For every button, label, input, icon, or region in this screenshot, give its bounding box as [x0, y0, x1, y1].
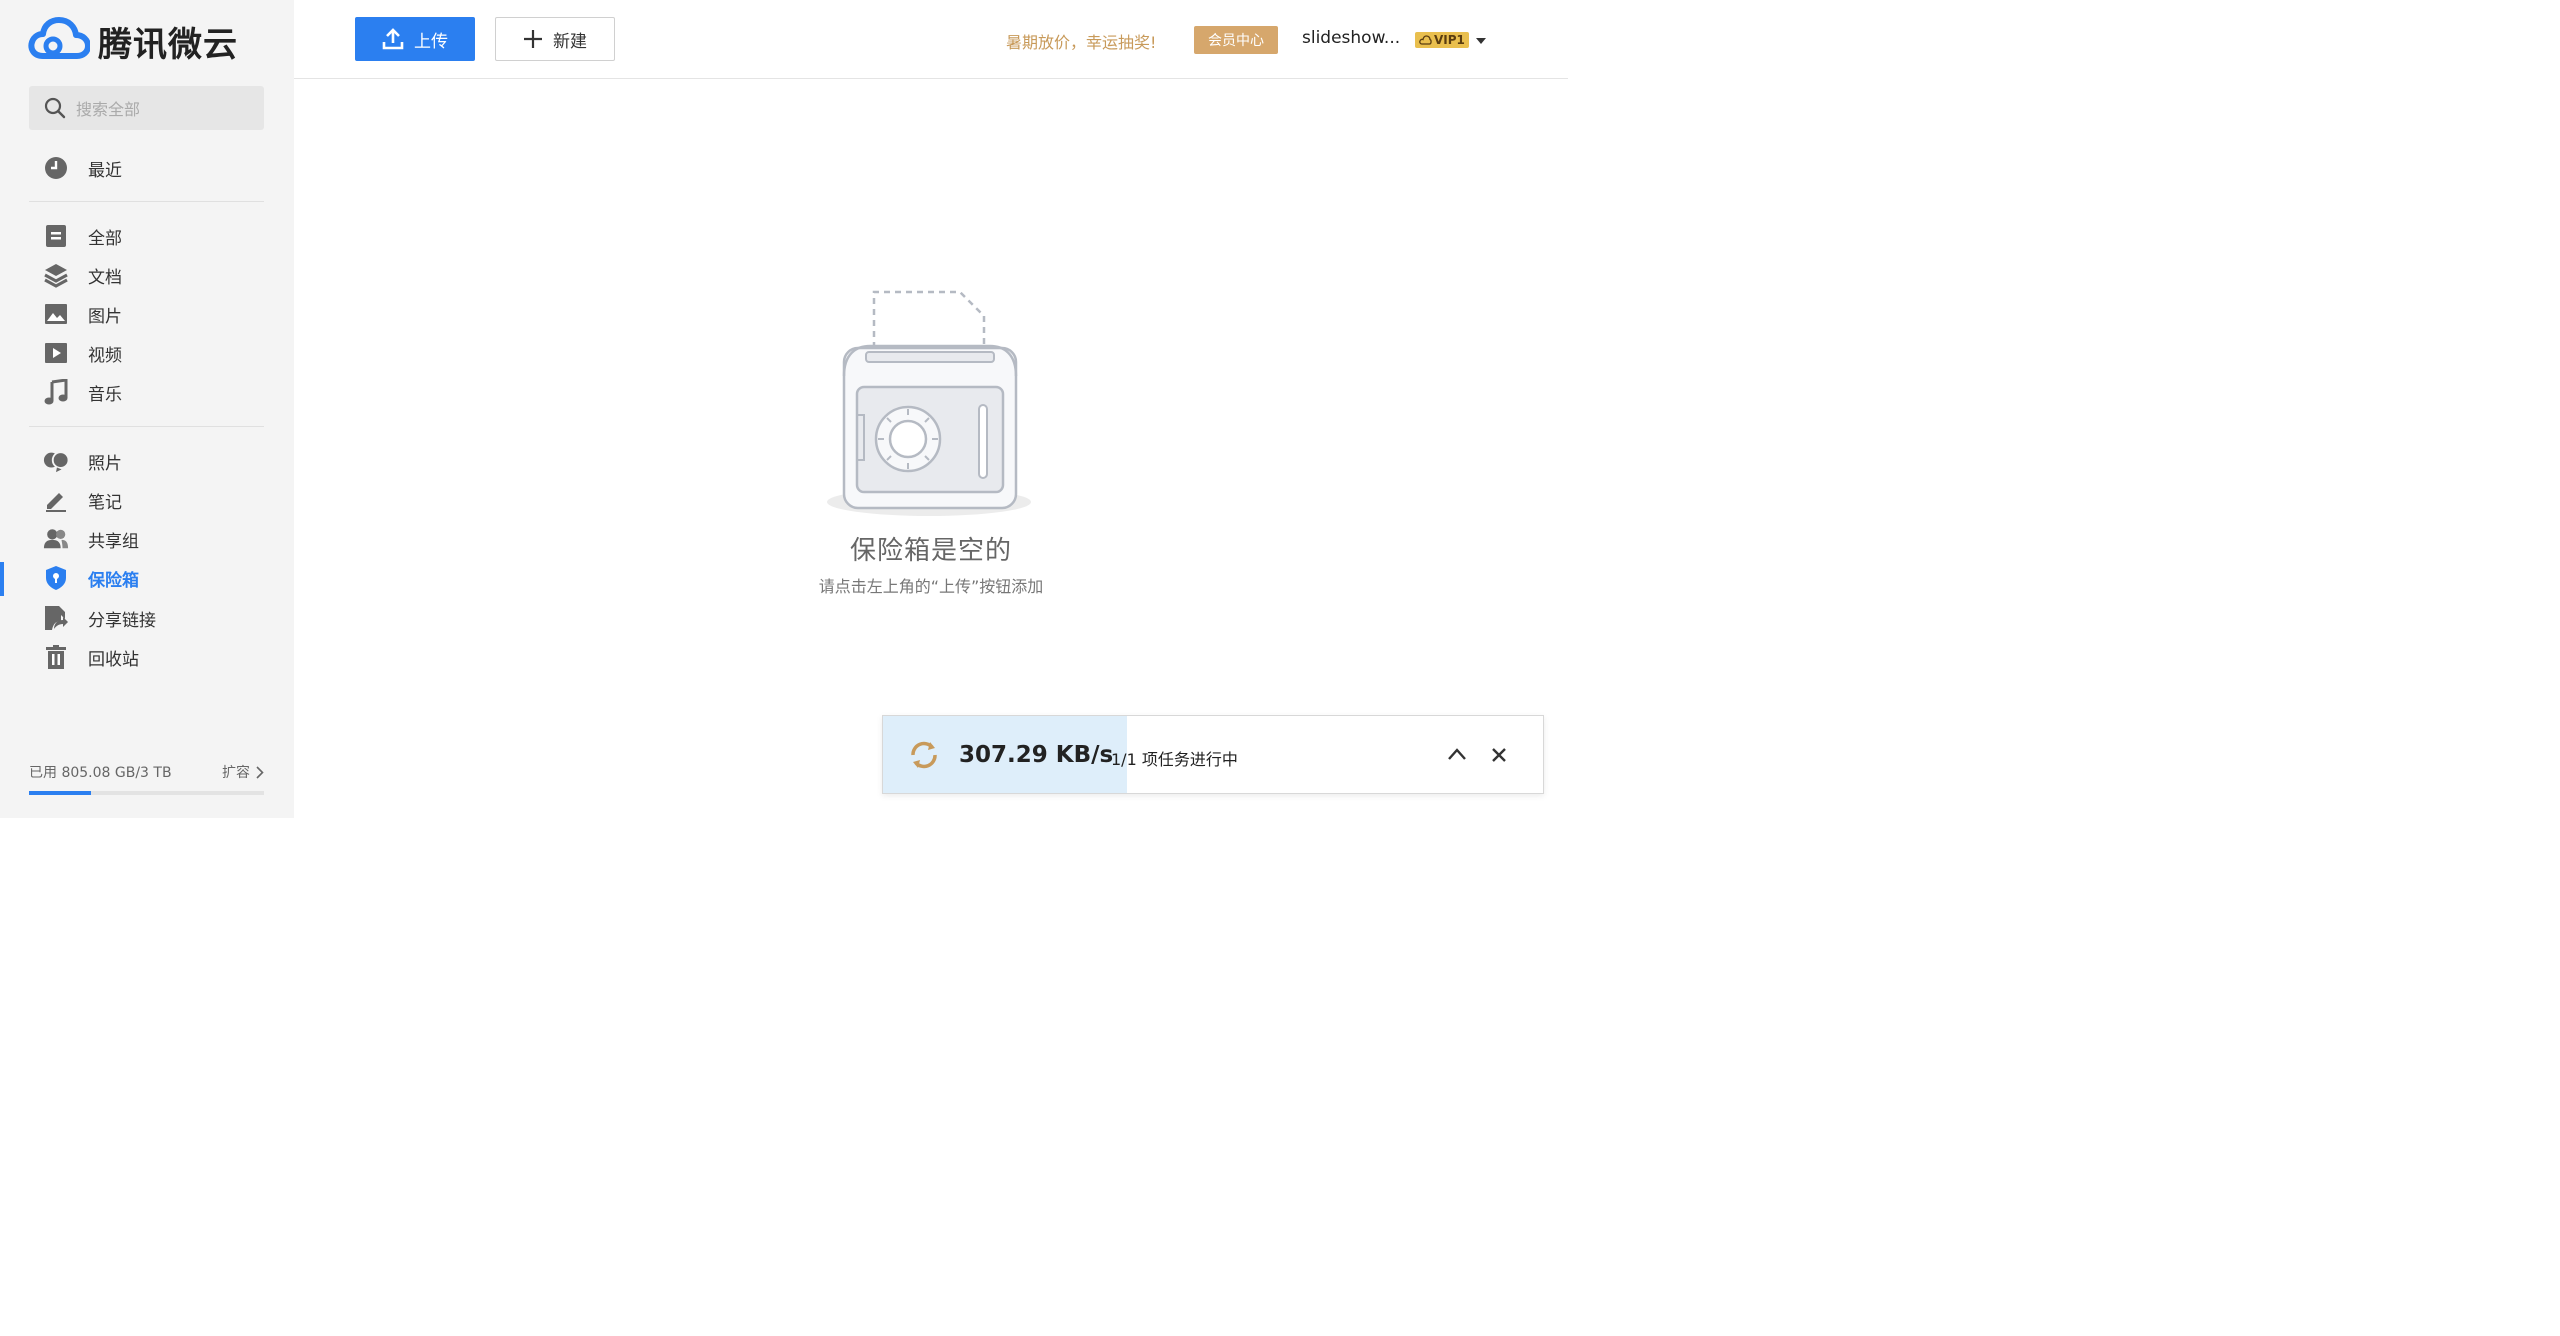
sidebar-item-images[interactable]: 图片 — [0, 296, 294, 332]
all-files-icon — [43, 223, 69, 249]
vip-center-button[interactable]: 会员中心 — [1194, 26, 1278, 54]
sidebar-item-documents[interactable]: 文档 — [0, 257, 294, 293]
divider — [29, 201, 264, 202]
transfer-panel: 307.29 KB/s 1/1 项任务进行中 — [882, 715, 1544, 794]
new-button[interactable]: 新建 — [495, 17, 615, 61]
sidebar-item-safe-box[interactable]: 保险箱 — [0, 560, 294, 596]
sidebar: 腾讯微云 搜索全部 最近 全部 文档 图片 视频 音乐 照片 笔记 共享组 保险… — [0, 0, 294, 818]
sidebar-item-all[interactable]: 全部 — [0, 218, 294, 254]
sidebar-item-recent[interactable]: 最近 — [0, 150, 294, 186]
sidebar-item-label: 全部 — [88, 228, 122, 249]
sidebar-item-recycle-bin[interactable]: 回收站 — [0, 639, 294, 675]
plus-icon — [523, 29, 543, 49]
chevron-up-icon[interactable] — [1447, 746, 1467, 765]
sidebar-item-label: 图片 — [88, 306, 122, 327]
logo-text: 腾讯微云 — [98, 24, 238, 65]
storage-usage-fill — [29, 791, 91, 795]
divider — [29, 426, 264, 427]
top-bar: 上传 新建 暑期放价，幸运抽奖! 会员中心 slideshow... VIP1 — [294, 0, 1568, 79]
sidebar-item-label: 笔记 — [88, 492, 122, 513]
upload-label: 上传 — [414, 31, 448, 52]
people-icon — [43, 526, 69, 552]
music-icon — [43, 379, 69, 405]
pencil-icon — [43, 487, 69, 513]
sidebar-item-label: 共享组 — [88, 531, 139, 552]
upload-icon — [382, 28, 404, 50]
sync-icon — [907, 738, 941, 776]
expand-storage-label: 扩容 — [222, 765, 250, 781]
chevron-right-icon — [256, 765, 264, 779]
caret-down-icon[interactable] — [1476, 38, 1486, 44]
empty-state: 保险箱是空的 请点击左上角的“上传”按钮添加 — [294, 280, 1568, 597]
sidebar-item-videos[interactable]: 视频 — [0, 335, 294, 371]
username[interactable]: slideshow... — [1302, 28, 1400, 48]
expand-storage-link[interactable]: 扩容 — [222, 762, 264, 782]
sidebar-item-label: 音乐 — [88, 384, 122, 405]
empty-state-subtitle: 请点击左上角的“上传”按钮添加 — [818, 577, 1044, 596]
transfer-speed: 307.29 KB/s — [959, 742, 1114, 768]
new-label: 新建 — [553, 31, 587, 52]
sidebar-item-shared-group[interactable]: 共享组 — [0, 521, 294, 557]
play-icon — [43, 340, 69, 366]
logo[interactable]: 腾讯微云 — [28, 16, 238, 66]
image-icon — [43, 301, 69, 327]
sidebar-item-label: 照片 — [88, 453, 122, 474]
vip-level: VIP1 — [1434, 33, 1465, 47]
sidebar-item-label: 分享链接 — [88, 610, 156, 631]
safe-box-illustration — [826, 280, 1036, 524]
storage-usage-bar — [29, 791, 264, 795]
search-icon — [44, 97, 66, 119]
sidebar-item-label: 回收站 — [88, 649, 139, 670]
search-placeholder: 搜索全部 — [76, 100, 141, 119]
transfer-status: 1/1 项任务进行中 — [1111, 750, 1238, 769]
vip-badge: VIP1 — [1415, 32, 1469, 48]
empty-state-title: 保险箱是空的 — [849, 536, 1012, 566]
sidebar-item-photos[interactable]: 照片 — [0, 443, 294, 479]
close-icon[interactable] — [1491, 747, 1507, 767]
search-input[interactable]: 搜索全部 — [29, 86, 264, 130]
cloud-logo-icon — [28, 16, 91, 66]
shield-icon — [43, 565, 69, 591]
clock-icon — [43, 155, 69, 181]
sidebar-item-notes[interactable]: 笔记 — [0, 482, 294, 518]
sidebar-item-label: 视频 — [88, 345, 122, 366]
share-icon — [43, 605, 69, 631]
storage-panel: 已用 805.08 GB/3 TB 扩容 — [29, 762, 264, 795]
upload-button[interactable]: 上传 — [355, 17, 475, 61]
sidebar-item-share-links[interactable]: 分享链接 — [0, 600, 294, 636]
storage-used-text: 已用 805.08 GB/3 TB — [29, 765, 172, 781]
promo-link[interactable]: 暑期放价，幸运抽奖! — [1006, 29, 1156, 53]
sidebar-item-music[interactable]: 音乐 — [0, 374, 294, 410]
trash-icon — [43, 644, 69, 670]
sidebar-item-label: 保险箱 — [88, 570, 139, 591]
photos-icon — [43, 448, 69, 474]
sidebar-item-label: 文档 — [88, 267, 122, 288]
vip-cloud-icon — [1419, 35, 1432, 45]
sidebar-item-label: 最近 — [88, 160, 122, 181]
layers-icon — [43, 262, 69, 288]
